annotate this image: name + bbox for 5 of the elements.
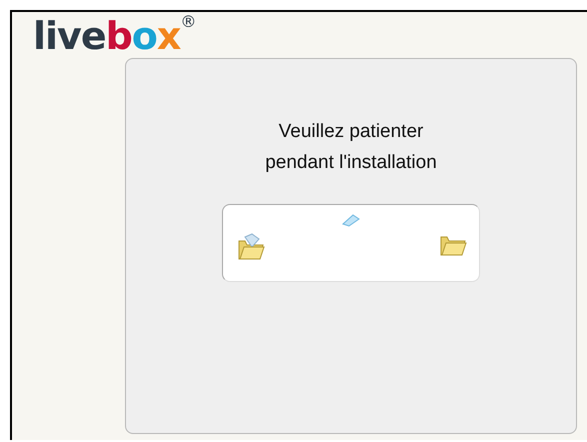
livebox-logo: livebox$^{®}$ (33, 16, 196, 56)
folder-icon (237, 233, 265, 261)
paper-icon (341, 213, 361, 227)
status-text: Veuillez patienter (278, 121, 424, 143)
status-text: pendant l'installation (265, 152, 437, 174)
